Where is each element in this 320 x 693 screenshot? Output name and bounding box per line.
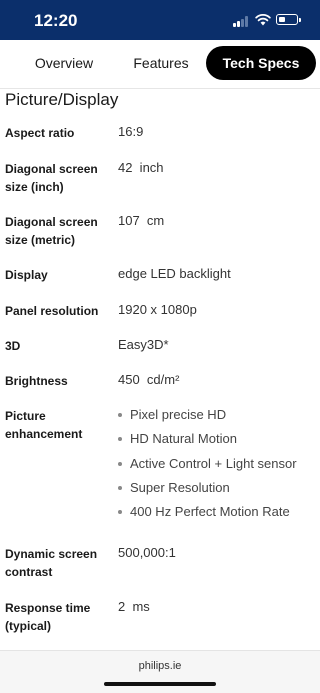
spec-value-diagonal-inch: 42 inch	[118, 160, 164, 175]
list-item: Super Resolution	[118, 479, 230, 497]
spec-label-dynamic-contrast: Dynamic screen contrast	[5, 547, 98, 579]
spec-label-3d: 3D	[5, 339, 21, 353]
spec-label-response-time: Response time (typical)	[5, 601, 91, 633]
bullet-dot-icon	[118, 436, 122, 441]
spec-value-brightness: 450 cd/m²	[118, 372, 180, 387]
status-bar: 12:20	[0, 0, 320, 40]
spec-label-diagonal-inch: Diagonal screen size (inch)	[5, 162, 98, 194]
url-bar[interactable]: philips.ie	[0, 660, 320, 672]
tab-bar: Overview Features Tech Specs	[18, 46, 316, 80]
spec-value-dynamic-contrast: 500,000:1	[118, 545, 176, 560]
bullet-dot-icon	[118, 461, 122, 466]
list-item: 400 Hz Perfect Motion Rate	[118, 503, 290, 521]
bullet-dot-icon	[118, 509, 122, 514]
spec-value-display: edge LED backlight	[118, 266, 231, 281]
status-time: 12:20	[34, 11, 78, 30]
wifi-icon	[255, 13, 271, 26]
browser-bottom-bar: philips.ie	[0, 650, 320, 693]
list-item: Active Control + Light sensor	[118, 455, 297, 473]
spec-value-response-time: 2 ms	[118, 599, 150, 614]
spec-value-3d: Easy3D*	[118, 337, 169, 352]
spec-value-aspect-ratio: 16:9	[118, 124, 144, 139]
spec-label-picture-enhancement: Picture enhancement	[5, 409, 83, 441]
spec-label-panel-resolution: Panel resolution	[5, 304, 99, 318]
spec-label-aspect-ratio: Aspect ratio	[5, 126, 75, 140]
bullet-dot-icon	[118, 485, 122, 490]
tab-divider	[0, 88, 320, 89]
cellular-signal-icon	[233, 16, 249, 27]
section-title: Picture/Display	[5, 90, 119, 109]
list-item: Pixel precise HD	[118, 406, 226, 424]
tab-tech-specs[interactable]: Tech Specs	[206, 46, 316, 80]
tab-overview[interactable]: Overview	[18, 46, 110, 80]
spec-label-diagonal-metric: Diagonal screen size (metric)	[5, 215, 98, 247]
spec-label-display: Display	[5, 268, 48, 282]
battery-icon	[276, 14, 301, 25]
spec-label-brightness: Brightness	[5, 374, 68, 388]
spec-value-diagonal-metric: 107 cm	[118, 213, 165, 228]
bullet-dot-icon	[118, 412, 122, 417]
spec-value-panel-resolution: 1920 x 1080p	[118, 302, 197, 317]
tab-features[interactable]: Features	[122, 46, 200, 80]
list-item: HD Natural Motion	[118, 430, 237, 448]
home-indicator[interactable]	[104, 682, 216, 686]
